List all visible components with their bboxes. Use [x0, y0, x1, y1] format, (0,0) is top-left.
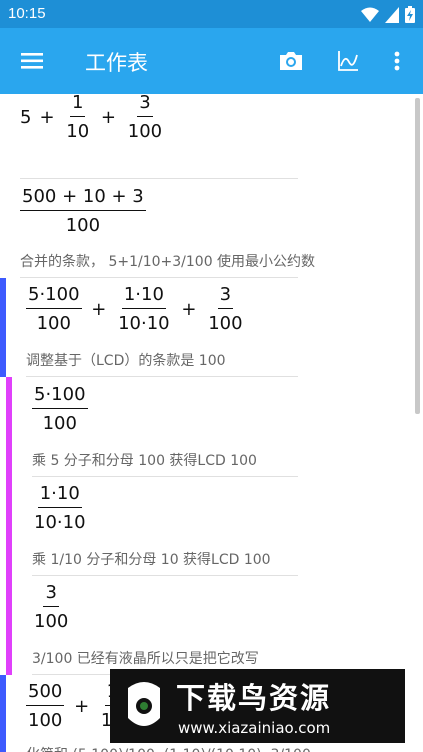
step-expression: 5·100 100 + 1·10 10·10 + 3 100 — [26, 284, 243, 334]
page-title: 工作表 — [85, 51, 148, 75]
scrollbar[interactable] — [415, 98, 420, 414]
watermark-brand: 下载鸟资源 — [176, 681, 332, 715]
graph-icon[interactable] — [333, 46, 363, 76]
divider — [32, 575, 298, 576]
step-note: 3/100 已经有液晶所以只是把它改写 — [32, 651, 259, 667]
bird-logo-icon — [128, 682, 160, 726]
more-vert-icon[interactable] — [382, 46, 412, 76]
watermark-url: www.xiazainiao.com — [178, 719, 331, 737]
worksheet[interactable]: 5 + 1 10 + 3 100 500 + 10 + 3 100 合并的条款， 5+1… — [0, 94, 423, 752]
status-icons — [361, 6, 415, 23]
divider — [32, 476, 298, 477]
app-bar: 工作表 — [0, 28, 423, 94]
signal-icon — [385, 6, 399, 23]
step-expression: 5·100 100 — [32, 384, 88, 434]
status-time: 10:15 — [8, 5, 46, 22]
battery-icon — [405, 6, 415, 23]
step-note: 乘 5 分子和分母 100 获得LCD 100 — [32, 453, 257, 469]
step-expression: 500 + 10 + 3 100 — [20, 186, 146, 236]
camera-icon[interactable] — [276, 46, 306, 76]
wifi-icon — [361, 7, 379, 22]
watermark: 下载鸟资源 www.xiazainiao.com — [110, 669, 405, 743]
status-bar: 10:15 — [0, 0, 423, 28]
divider — [20, 277, 298, 278]
step-level-bar — [0, 278, 6, 377]
step-note: 调整基于（LCD）的条款是 100 — [26, 353, 226, 369]
step-note: 乘 1/10 分子和分母 10 获得LCD 100 — [32, 552, 271, 568]
step-expression: 5 + 1 10 + 3 100 — [20, 94, 163, 142]
step-level-bar — [6, 377, 12, 675]
step-note: 合并的条款， 5+1/10+3/100 使用最小公约数 — [20, 254, 316, 270]
divider — [26, 376, 298, 377]
divider — [20, 178, 298, 179]
step-expression: 3 100 — [34, 582, 69, 632]
menu-icon[interactable] — [16, 47, 50, 75]
step-expression: 1·10 10·10 — [34, 483, 86, 533]
step-level-bar — [0, 675, 6, 752]
step-note: 化简和 (5·100)/100, (1·10)/(10·10), 3/100 — [26, 744, 311, 752]
